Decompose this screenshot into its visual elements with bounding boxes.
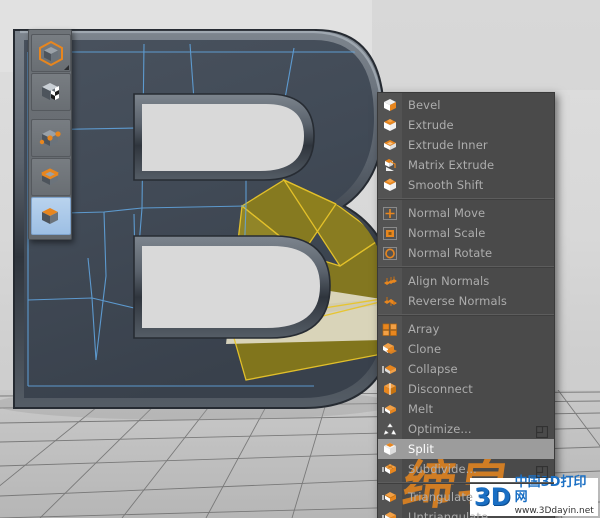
menu-item-extrude[interactable]: Extrude [378, 115, 554, 135]
menu-item-label: Reverse Normals [408, 294, 507, 308]
menu-item-optimize[interactable]: Optimize... [378, 419, 554, 439]
menu-group-mesh-ops: Array Clone Collapse Disconnect Melt Opt… [378, 319, 554, 479]
menu-item-reverse-normals[interactable]: Reverse Normals [378, 291, 554, 311]
toolbar-group-components [31, 117, 71, 237]
menu-item-label: Smooth Shift [408, 178, 484, 192]
menu-item-label: Melt [408, 402, 434, 416]
context-menu[interactable]: Bevel Extrude Extrude Inner Matrix Extru… [377, 92, 555, 518]
menu-item-label: Collapse [408, 362, 458, 376]
toolbar-corner-marker [64, 65, 69, 70]
optimize-icon [378, 419, 402, 439]
background-band-right [372, 0, 600, 90]
menu-item-label: Align Normals [408, 274, 490, 288]
menu-separator [378, 266, 554, 268]
menu-separator [378, 482, 554, 484]
menu-item-disconnect[interactable]: Disconnect [378, 379, 554, 399]
menu-item-normal-rotate[interactable]: Normal Rotate [378, 243, 554, 263]
model-upper-counter [133, 93, 315, 181]
menu-item-collapse[interactable]: Collapse [378, 359, 554, 379]
menu-separator [378, 314, 554, 316]
cube-checker-icon [37, 79, 65, 105]
normal-move-icon [378, 203, 402, 223]
disconnect-icon [378, 379, 402, 399]
model-lower-counter [133, 235, 331, 339]
menu-item-clone[interactable]: Clone [378, 339, 554, 359]
cube-polygon-icon [37, 203, 65, 229]
reverse-normals-icon [378, 291, 402, 311]
toolbar-button-edges-mode[interactable] [31, 158, 71, 196]
triangulate-icon [378, 487, 402, 507]
menu-item-label: Extrude Inner [408, 138, 488, 152]
menu-item-label: Normal Scale [408, 226, 486, 240]
menu-item-label: Bevel [408, 98, 441, 112]
toolbar-button-texture-mode[interactable] [31, 73, 71, 111]
menu-group-normals: Align Normals Reverse Normals [378, 271, 554, 311]
screen: Bevel Extrude Extrude Inner Matrix Extru… [0, 0, 600, 518]
menu-separator [378, 198, 554, 200]
dialog-options-icon[interactable] [535, 423, 549, 439]
untriangulate-icon [378, 507, 402, 518]
subdivide-icon [378, 459, 402, 479]
toolbar-group-object [31, 32, 71, 113]
menu-item-normal-move[interactable]: Normal Move [378, 203, 554, 223]
smooth-shift-icon [378, 175, 402, 195]
menu-item-extrude-inner[interactable]: Extrude Inner [378, 135, 554, 155]
menu-group-normals-transform: Normal Move Normal Scale Normal Rotate [378, 203, 554, 263]
menu-item-label: Clone [408, 342, 442, 356]
menu-item-label: Subdivide... [408, 462, 477, 476]
menu-item-label: Matrix Extrude [408, 158, 495, 172]
menu-item-label: Normal Move [408, 206, 486, 220]
menu-item-label: Split [408, 442, 434, 456]
menu-item-label: Disconnect [408, 382, 473, 396]
clone-icon [378, 339, 402, 359]
menu-item-bevel[interactable]: Bevel [378, 95, 554, 115]
menu-item-array[interactable]: Array [378, 319, 554, 339]
menu-item-smooth-shift[interactable]: Smooth Shift [378, 175, 554, 195]
extrude-inner-icon [378, 135, 402, 155]
dialog-options-icon[interactable] [535, 463, 549, 479]
menu-item-matrix-extrude[interactable]: Matrix Extrude [378, 155, 554, 175]
cube-outline-icon [37, 40, 65, 66]
mode-toolbar[interactable] [28, 29, 72, 240]
menu-item-normal-scale[interactable]: Normal Scale [378, 223, 554, 243]
toolbar-button-model-mode[interactable] [31, 34, 71, 72]
menu-item-triangulate[interactable]: Triangulate [378, 487, 554, 507]
menu-item-label: Normal Rotate [408, 246, 493, 260]
menu-item-split[interactable]: Split [378, 439, 554, 459]
align-normals-icon [378, 271, 402, 291]
menu-item-melt[interactable]: Melt [378, 399, 554, 419]
menu-item-label: Array [408, 322, 440, 336]
normal-rotate-icon [378, 243, 402, 263]
menu-group-triangulation: Triangulate Untriangulate [378, 487, 554, 518]
menu-item-label: Untriangulate [408, 510, 489, 518]
array-icon [378, 319, 402, 339]
matrix-extrude-icon [378, 155, 402, 175]
menu-group-extrusion: Bevel Extrude Extrude Inner Matrix Extru… [378, 95, 554, 195]
menu-item-label: Triangulate [408, 490, 474, 504]
cube-points-icon [37, 125, 65, 151]
menu-item-label: Optimize... [408, 422, 472, 436]
normal-scale-icon [378, 223, 402, 243]
toolbar-button-polygons-mode[interactable] [31, 197, 71, 235]
collapse-icon [378, 359, 402, 379]
extrude-icon [378, 115, 402, 135]
menu-item-untriangulate[interactable]: Untriangulate [378, 507, 554, 518]
menu-item-subdivide[interactable]: Subdivide... [378, 459, 554, 479]
bevel-icon [378, 95, 402, 115]
toolbar-button-points-mode[interactable] [31, 119, 71, 157]
cube-edges-icon [37, 164, 65, 190]
split-icon [378, 439, 402, 459]
menu-item-label: Extrude [408, 118, 454, 132]
melt-icon [378, 399, 402, 419]
menu-item-align-normals[interactable]: Align Normals [378, 271, 554, 291]
